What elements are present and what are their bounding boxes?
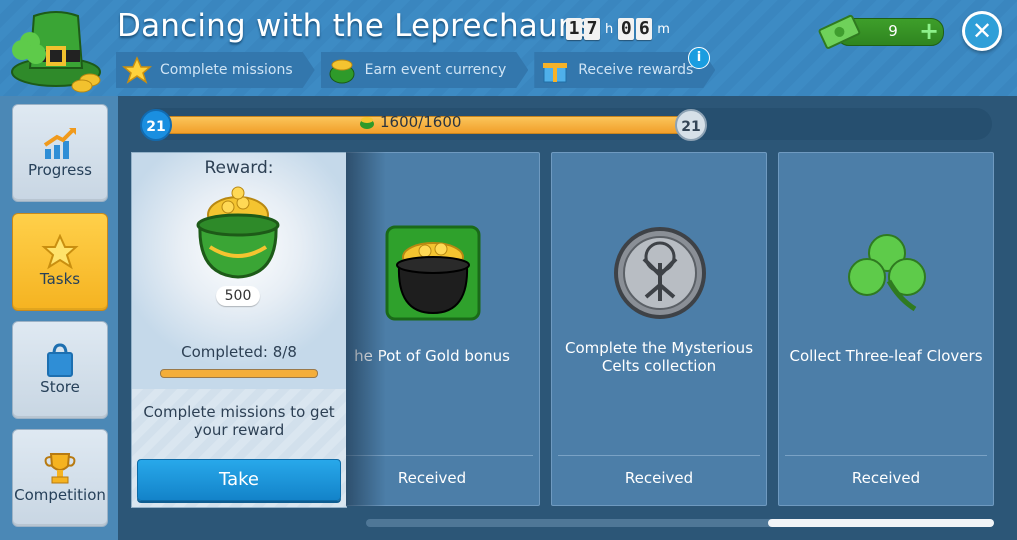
cash-bill-icon bbox=[818, 14, 861, 49]
divider bbox=[785, 455, 987, 456]
scrollbar-thumb[interactable] bbox=[768, 519, 994, 527]
gold-pot-icon bbox=[327, 56, 357, 84]
reward-title: Reward: bbox=[204, 158, 274, 178]
next-level-badge: 21 bbox=[675, 109, 707, 141]
header-bar: Dancing with the Leprechauns 1 7 h 0 6 m… bbox=[0, 0, 1017, 98]
step-label: Complete missions bbox=[160, 62, 293, 78]
sidebar-item-label: Progress bbox=[27, 161, 92, 179]
sidebar-item-label: Store bbox=[40, 378, 80, 396]
add-cash-button[interactable]: + bbox=[918, 19, 940, 43]
sidebar-item-store[interactable]: Store bbox=[12, 321, 108, 419]
take-reward-button[interactable]: Take bbox=[137, 459, 341, 501]
pot-of-gold-icon bbox=[196, 186, 280, 279]
event-timer: 1 7 h 0 6 m bbox=[566, 18, 673, 40]
task-cards[interactable]: he Pot of Gold bonus Received Complete t… bbox=[346, 152, 994, 506]
completed-count: Completed: 8/8 bbox=[181, 343, 297, 361]
timer-unit-minutes: m bbox=[657, 21, 670, 37]
task-status: Received bbox=[624, 469, 694, 487]
step-complete-missions: Complete missions bbox=[116, 52, 315, 88]
current-level-badge: 21 bbox=[140, 109, 172, 141]
panel-shadow bbox=[346, 152, 386, 506]
black-pot-gold-icon bbox=[385, 225, 481, 321]
cash-value: 9 bbox=[888, 22, 898, 40]
event-steps: Complete missions Earn event currency Re… bbox=[116, 52, 715, 88]
sidebar-item-competition[interactable]: Competition bbox=[12, 429, 108, 527]
gift-icon bbox=[540, 56, 570, 84]
star-icon bbox=[122, 56, 152, 84]
timer-digit: 1 bbox=[566, 18, 582, 40]
reward-message: Complete missions to get your reward bbox=[143, 403, 335, 439]
event-title: Dancing with the Leprechauns bbox=[117, 8, 595, 44]
leprechaun-hat-icon bbox=[11, 11, 101, 93]
sidebar-item-tasks[interactable]: Tasks bbox=[12, 213, 108, 311]
trophy-icon bbox=[44, 453, 76, 484]
timer-digit: 0 bbox=[618, 18, 635, 40]
reward-display: Reward: 500 Completed: 8/8 bbox=[132, 153, 346, 389]
sidebar-item-label: Competition bbox=[14, 486, 106, 504]
task-text: Complete the Mysterious Celts collection bbox=[564, 339, 754, 375]
completed-progress-bar bbox=[160, 369, 318, 378]
clover-icon bbox=[848, 234, 926, 312]
reward-panel: Reward: 500 Completed: 8/8 Complete miss… bbox=[131, 152, 347, 508]
sidebar-item-progress[interactable]: Progress bbox=[12, 104, 108, 202]
tasks-panel: 1600/1600 21 21 Reward: 500 Completed: 8… bbox=[118, 96, 1017, 540]
step-earn-currency: Earn event currency bbox=[321, 52, 529, 88]
info-button[interactable]: i bbox=[688, 47, 710, 69]
task-card: Collect Three-leaf Clovers Received bbox=[778, 152, 994, 506]
task-card: Complete the Mysterious Celts collection… bbox=[551, 152, 767, 506]
timer-digit: 6 bbox=[636, 18, 653, 40]
close-button[interactable]: ✕ bbox=[962, 11, 1002, 51]
gold-pot-icon bbox=[360, 117, 374, 129]
sidebar-item-label: Tasks bbox=[39, 270, 81, 288]
timer-digit: 7 bbox=[584, 18, 600, 40]
task-status: Received bbox=[851, 469, 921, 487]
task-text: Collect Three-leaf Clovers bbox=[789, 347, 983, 365]
reward-amount: 500 bbox=[216, 286, 260, 306]
step-label: Receive rewards bbox=[578, 62, 694, 78]
close-icon: ✕ bbox=[965, 14, 999, 48]
chart-icon bbox=[43, 128, 76, 159]
progress-text: 1600/1600 bbox=[358, 113, 461, 131]
celtic-coin-icon bbox=[614, 227, 706, 319]
divider bbox=[558, 455, 760, 456]
reward-footer: Complete missions to get your reward Tak… bbox=[132, 389, 346, 507]
shopping-bag-icon bbox=[47, 343, 73, 377]
star-icon bbox=[41, 234, 79, 270]
progress-value: 1600/1600 bbox=[380, 113, 462, 131]
step-label: Earn event currency bbox=[364, 62, 507, 78]
timer-unit-hours: h bbox=[605, 21, 614, 37]
sidebar: Progress Tasks Store Competition bbox=[0, 96, 118, 540]
